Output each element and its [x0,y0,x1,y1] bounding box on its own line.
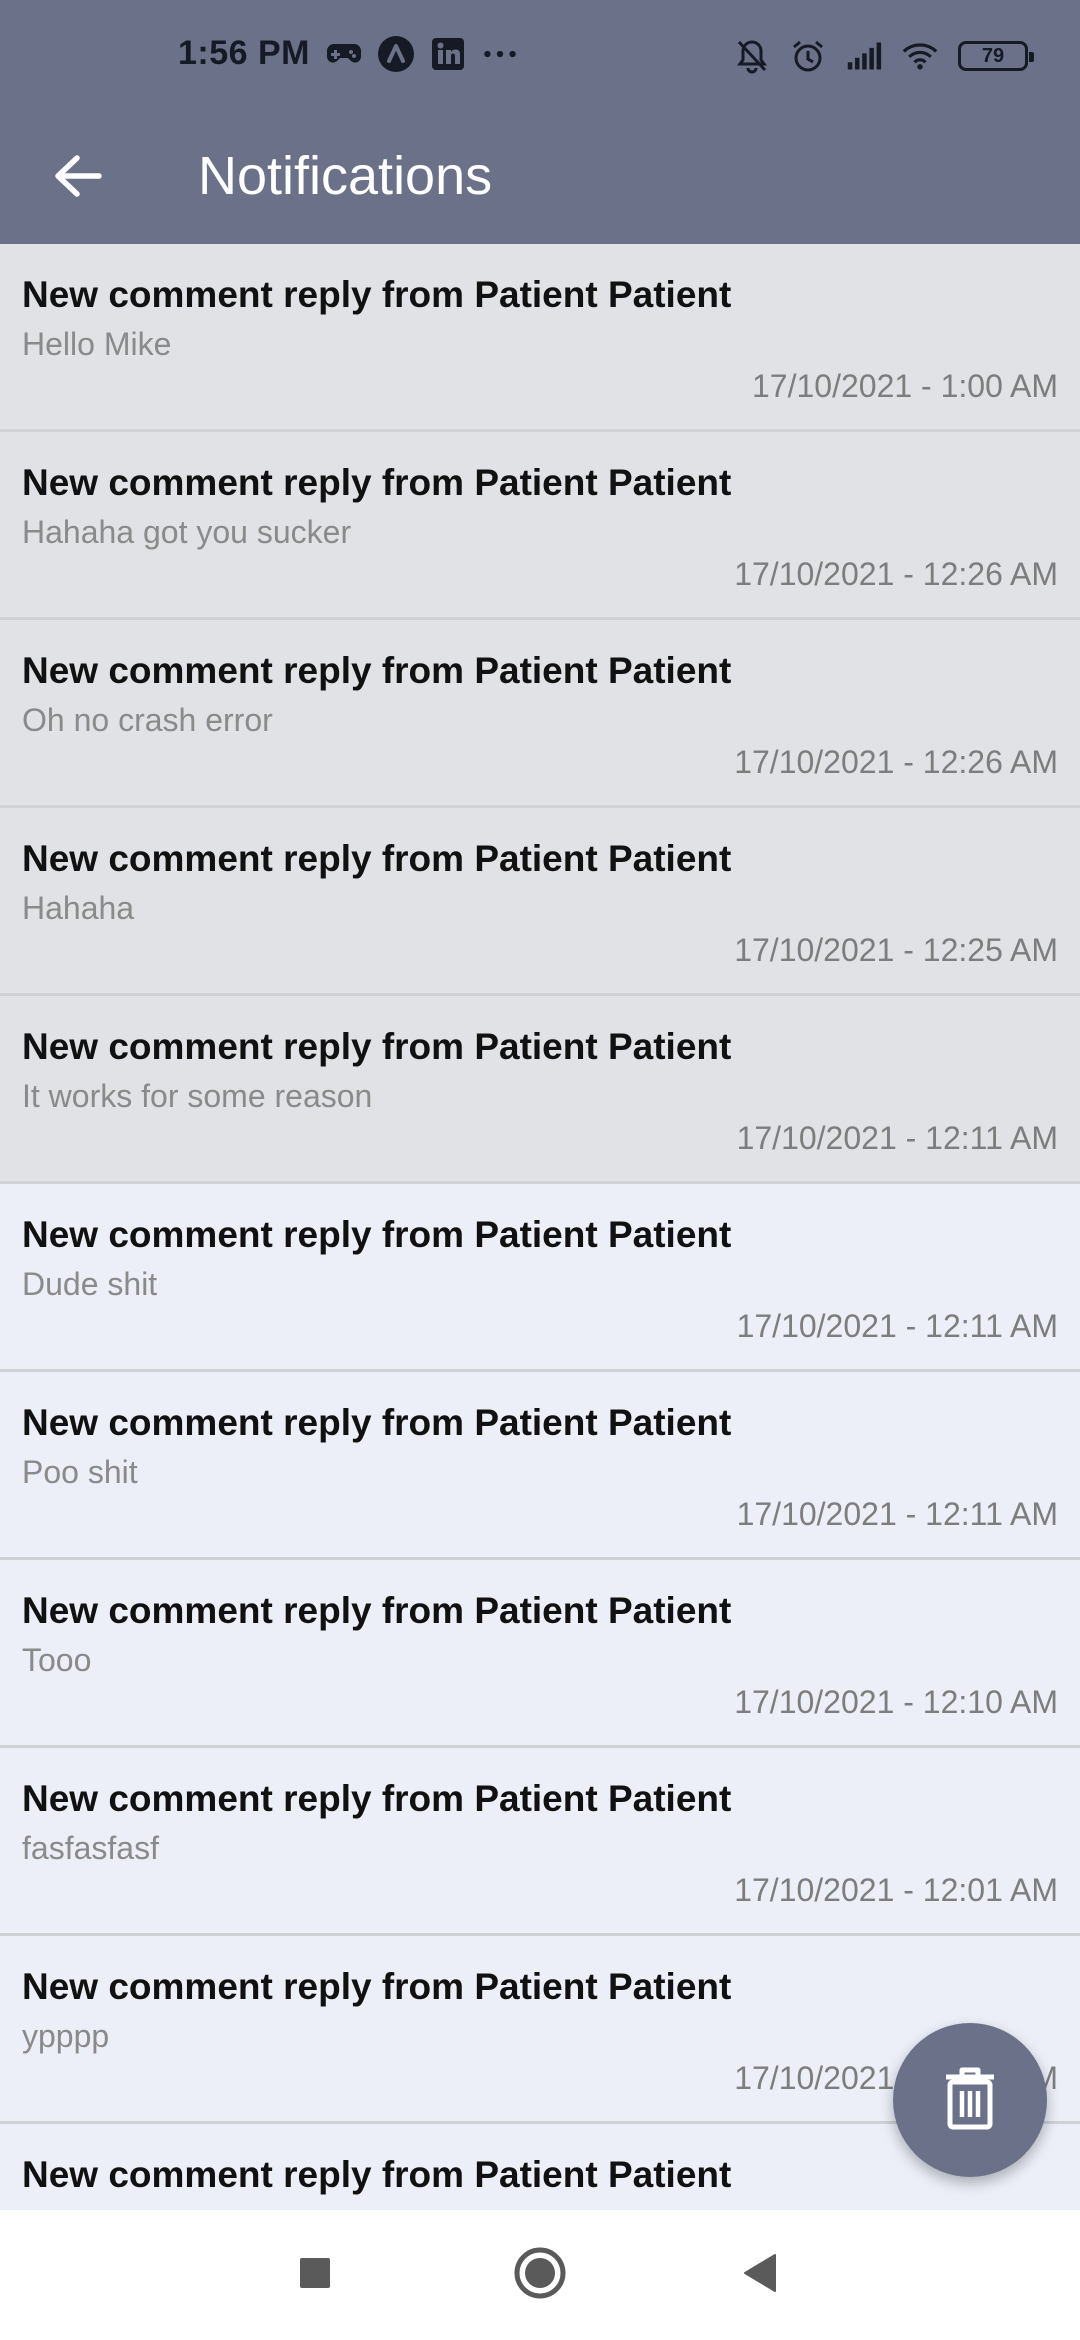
notification-body: Hello Mike [22,326,172,362]
signal-icon [846,38,882,74]
notification-timestamp: 17/10/2021 - 1:00 AM [752,368,1058,404]
notification-timestamp: 17/10/2021 - 12:26 AM [734,744,1058,780]
notification-item[interactable]: New comment reply from Patient Patient It… [0,996,1080,1184]
notification-body: ypppp [22,2018,110,2054]
recents-button[interactable] [285,2245,345,2305]
notification-title: New comment reply from Patient Patient [22,2154,732,2195]
notification-title: New comment reply from Patient Patient [22,1966,732,2007]
notification-body: Hahaha got you sucker [22,514,352,550]
notification-title: New comment reply from Patient Patient [22,1026,732,1067]
bell-off-icon [734,38,770,74]
notification-body: fasfasfasf [22,1830,159,1866]
notification-timestamp: 17/10/2021 - 12:26 AM [734,556,1058,592]
status-bar: 1:56 PM 79 [0,0,1080,120]
top-bar: 1:56 PM 79 Notifications [0,0,1080,244]
back-button[interactable] [40,140,116,216]
page-title: Notifications [198,146,493,206]
gamepad-icon [326,36,362,72]
home-circle-icon [513,2246,567,2305]
notification-item[interactable]: New comment reply from Patient Patient He… [0,244,1080,432]
notifications-screen: 1:56 PM 79 Notifications New comment rep… [0,0,1080,2340]
notification-body: Poo shit [22,1454,138,1490]
notification-title: New comment reply from Patient Patient [22,838,732,879]
status-left-group: 1:56 PM [178,34,518,73]
notification-list[interactable]: New comment reply from Patient Patient He… [0,244,1080,2210]
status-right-group: 79 [734,38,1034,74]
notification-item[interactable]: New comment reply from Patient Patient fa… [0,1748,1080,1936]
notification-timestamp: 17/10/2021 - 12:11 AM [736,1496,1058,1532]
status-time: 1:56 PM [178,34,310,72]
app-bar: Notifications [0,120,1080,244]
notification-body: Dude shit [22,1266,158,1302]
arrow-left-icon [53,154,103,203]
notification-timestamp: 17/10/2021 - 12:25 AM [734,932,1058,968]
system-nav-bar [0,2210,1080,2340]
notification-body: It works for some reason [22,1078,373,1114]
notification-body: Hahaha [22,890,135,926]
delete-all-button[interactable] [893,2023,1047,2177]
notification-item[interactable]: New comment reply from Patient Patient Ha… [0,808,1080,996]
notification-title: New comment reply from Patient Patient [22,274,732,315]
battery-indicator: 79 [958,41,1034,71]
notification-title: New comment reply from Patient Patient [22,1778,732,1819]
notification-body: Tooo [22,1642,92,1678]
more-icon [482,36,518,72]
trash-icon [938,2065,1002,2136]
wifi-icon [902,38,938,74]
notification-title: New comment reply from Patient Patient [22,1402,732,1443]
notification-item[interactable]: New comment reply from Patient Patient Ha… [0,432,1080,620]
notification-timestamp: 17/10/2021 - 12:01 AM [734,1872,1058,1908]
back-nav-button[interactable] [730,2245,790,2305]
notification-timestamp: 17/10/2021 - 12:11 AM [736,1308,1058,1344]
notification-title: New comment reply from Patient Patient [22,1214,732,1255]
notification-title: New comment reply from Patient Patient [22,1590,732,1631]
notification-timestamp: 17/10/2021 - 12:10 AM [734,1684,1058,1720]
notification-item[interactable]: New comment reply from Patient Patient Po… [0,1372,1080,1560]
notification-item[interactable]: New comment reply from Patient Patient Du… [0,1184,1080,1372]
alarm-icon [790,38,826,74]
notification-body: Oh no crash error [22,702,273,738]
notification-item[interactable]: New comment reply from Patient Patient Oh… [0,620,1080,808]
back-triangle-icon [741,2253,779,2298]
linkedin-icon [430,36,466,72]
arc-icon [378,35,414,72]
notification-timestamp: 17/10/2021 - 12:11 AM [736,1120,1058,1156]
notification-item[interactable]: New comment reply from Patient Patient To… [0,1560,1080,1748]
home-button[interactable] [510,2245,570,2305]
notification-title: New comment reply from Patient Patient [22,650,732,691]
recents-square-icon [298,2256,332,2295]
notification-title: New comment reply from Patient Patient [22,462,732,503]
battery-level: 79 [981,44,1005,67]
